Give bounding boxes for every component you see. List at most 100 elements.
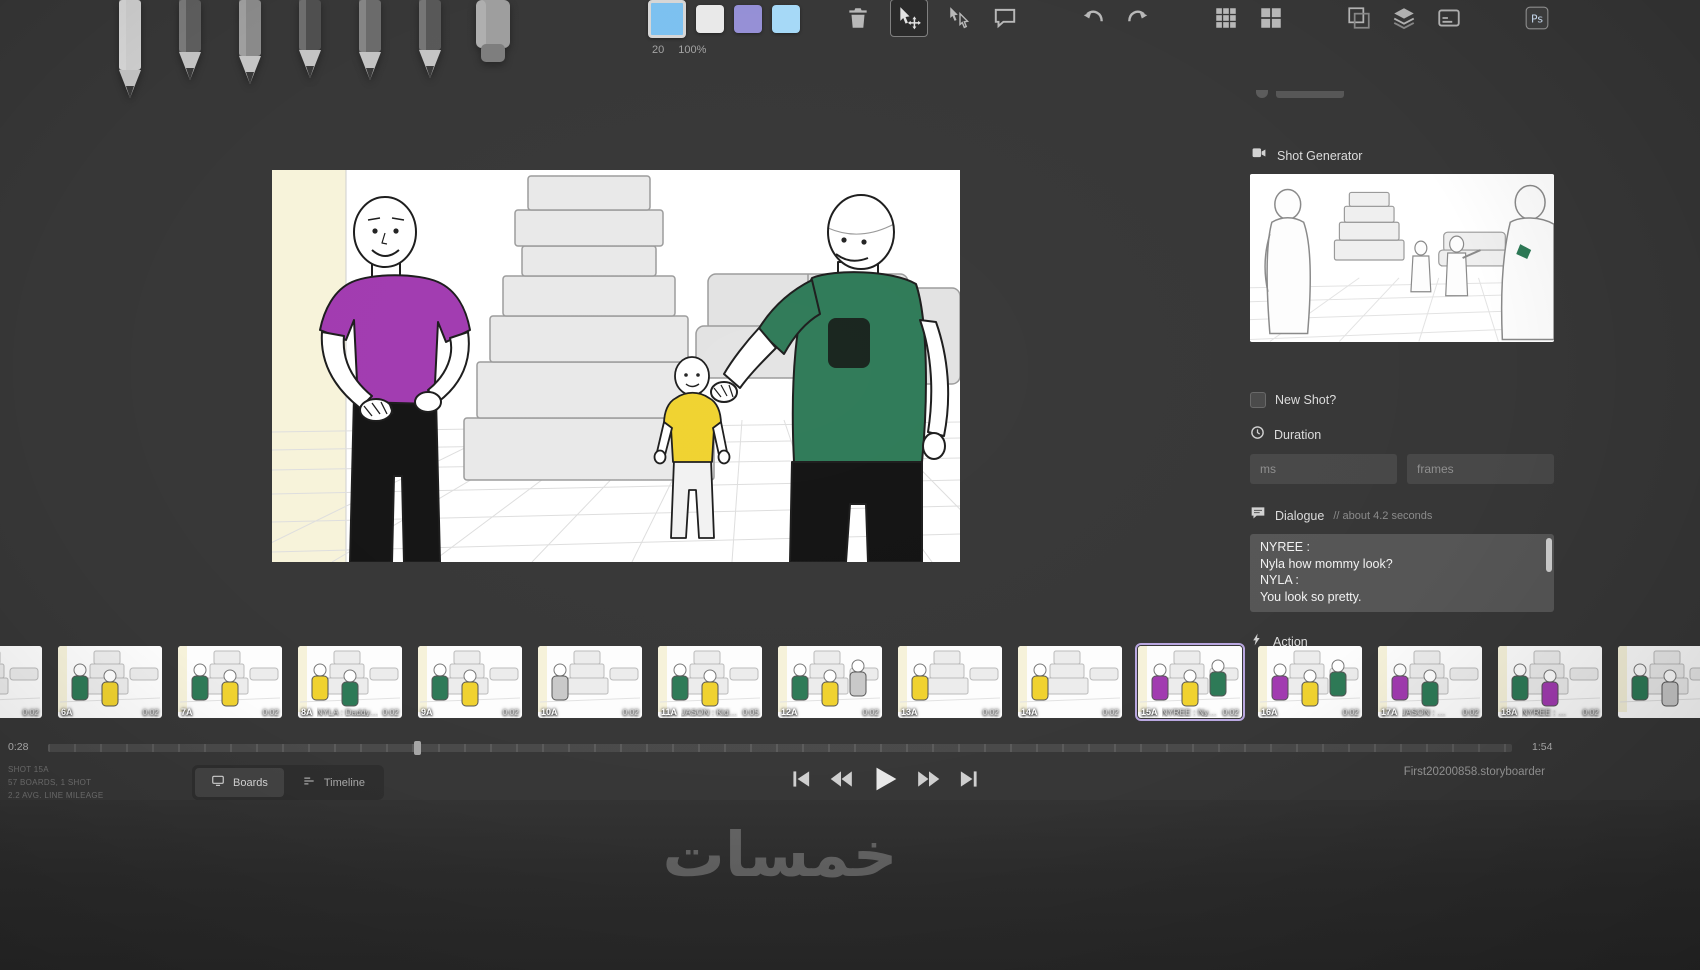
board-thumbnail-14a[interactable]: 14A 0:02 [1018, 646, 1122, 718]
current-color-swatch[interactable] [648, 0, 686, 38]
scrubber-ticks [48, 744, 1512, 752]
camera-icon [1250, 146, 1268, 165]
board-thumbnail-15a[interactable]: 15A NYREE : Nyla… 0:02 [1135, 643, 1245, 721]
rewind-button[interactable] [828, 766, 854, 792]
board-thumbnail-label: 11AJASON : Kidz c…0:05 [661, 707, 759, 717]
skip-start-button[interactable] [788, 766, 814, 792]
board-thumbnail-18a[interactable]: 18A NYREE : … 0:02 [1498, 646, 1602, 718]
pen-tool-icon[interactable] [228, 0, 272, 86]
toolbar-group-gap [1037, 18, 1061, 19]
board-thumbnail-13a[interactable]: 13A 0:02 [898, 646, 1002, 718]
toolbar-group-gap [1170, 18, 1194, 19]
play-button[interactable] [868, 762, 902, 796]
pointer-move-icon[interactable] [890, 0, 928, 37]
pointer-duplicate-icon[interactable] [947, 5, 973, 31]
duration-ms-input[interactable] [1250, 454, 1397, 484]
current-time: 0:28 [8, 741, 29, 753]
board-thumbnail-label: 9A 0:02 [421, 707, 519, 717]
mileage-stat: 2.2 AVG. LINE MILEAGE [8, 790, 104, 800]
grid-icon[interactable] [1213, 5, 1239, 31]
undo-icon[interactable] [1080, 5, 1106, 31]
fast-forward-button[interactable] [916, 766, 942, 792]
comment-icon[interactable] [992, 5, 1018, 31]
dialogue-icon [1250, 505, 1266, 526]
skip-end-button[interactable] [956, 766, 982, 792]
shot-stat: SHOT 15A [8, 765, 49, 774]
board-thumbnail-10a[interactable]: 10A 0:02 [538, 646, 642, 718]
playback-controls [788, 762, 982, 796]
brush-meta: 20 100% [648, 44, 800, 56]
project-stats: SHOT 15A 57 BOARDS, 1 SHOT 2.2 AVG. LINE… [8, 764, 104, 803]
tab-timeline-label: Timeline [323, 776, 366, 789]
shot-generator-preview-art [1250, 174, 1554, 342]
board-thumbnail-12a[interactable]: 12A 0:02 [778, 646, 882, 718]
boards-stat: 57 BOARDS, 1 SHOT [8, 777, 92, 787]
monitor-icon [211, 774, 225, 791]
board-thumbnail-label: 18A NYREE : … 0:02 [1501, 707, 1599, 717]
board-thumbnail-16a[interactable]: 16A 0:02 [1258, 646, 1362, 718]
shot-generator-header: Shot Generator [1250, 146, 1554, 165]
timeline-scrubber-row: 0:28 1:54 [0, 740, 1700, 756]
view-toggle: Boards Timeline [192, 765, 385, 800]
palette-color-1-swatch[interactable] [696, 5, 724, 33]
dialogue-header: Dialogue // about 4.2 seconds [1250, 505, 1554, 526]
board-thumbnail-label: 0:02 [22, 707, 39, 717]
palette-color-3-swatch[interactable] [772, 5, 800, 33]
board-thumbnail-11a[interactable]: 11AJASON : Kidz c…0:05 [658, 646, 762, 718]
trash-icon[interactable] [845, 5, 871, 31]
dialogue-textarea[interactable]: NYREE : Nyla how mommy look? NYLA : You … [1250, 534, 1554, 612]
dialogue-duration-hint: // about 4.2 seconds [1333, 509, 1433, 522]
palette-color-2-swatch[interactable] [734, 5, 762, 33]
board-thumbnail-label: 10A 0:02 [541, 707, 639, 717]
layers-icon[interactable] [1391, 5, 1417, 31]
dialogue-scrollbar[interactable] [1546, 538, 1552, 572]
captions-icon[interactable] [1436, 5, 1462, 31]
board-thumbnail[interactable]: 0:02 [0, 646, 42, 718]
shot-generator-label: Shot Generator [1277, 148, 1363, 163]
tab-timeline[interactable]: Timeline [286, 768, 381, 797]
board-thumbnail-6a[interactable]: 6A 0:02 [58, 646, 162, 718]
tab-boards[interactable]: Boards [195, 768, 284, 797]
timeline-rows-icon [302, 774, 316, 791]
new-shot-checkbox[interactable] [1250, 392, 1266, 408]
onion-skin-icon[interactable] [1346, 5, 1372, 31]
board-thumbnail-8a[interactable]: 8A NYLA : Daddy… 0:02 [298, 646, 402, 718]
project-filename: First20200858.storyboarder [1403, 766, 1545, 778]
storyboarder-app: 20 100% Ps Shot Generator New Shot? Dura… [0, 0, 1700, 970]
board-thumbnail-label: 7A 0:02 [181, 707, 279, 717]
svg-text:Ps: Ps [1531, 13, 1543, 26]
duration-inputs [1250, 454, 1554, 484]
photoshop-icon[interactable]: Ps [1524, 5, 1550, 31]
bottom-shade [0, 800, 1700, 970]
duration-frames-input[interactable] [1407, 454, 1554, 484]
playhead-handle[interactable] [414, 741, 421, 755]
pencil-tool-icon[interactable] [168, 0, 212, 82]
board-artwork [272, 170, 960, 562]
board-thumbnail[interactable] [1618, 646, 1700, 718]
dialogue-editor: NYREE : Nyla how mommy look? NYLA : You … [1250, 534, 1554, 612]
eraser-tool-icon[interactable] [468, 0, 518, 64]
marker-tool-icon[interactable] [408, 0, 452, 80]
board-thumbnail-label: 6A 0:02 [61, 707, 159, 717]
tab-boards-label: Boards [233, 776, 268, 789]
toolbar-actions: Ps [845, 0, 1550, 37]
redo-icon[interactable] [1125, 5, 1151, 31]
board-thumbnail-label: 8A NYLA : Daddy… 0:02 [301, 707, 399, 717]
thumbnails-icon[interactable] [1258, 5, 1284, 31]
board-thumbnail-label: 15A NYREE : Nyla… 0:02 [1141, 707, 1239, 717]
color-swatches [648, 0, 800, 38]
board-thumbnail-label: 16A 0:02 [1261, 707, 1359, 717]
timeline-scrubber[interactable] [48, 741, 1512, 755]
board-thumbnail-7a[interactable]: 7A 0:02 [178, 646, 282, 718]
shot-generator-preview[interactable] [1250, 174, 1554, 342]
duration-header: Duration [1250, 425, 1554, 445]
brush-tool-icon[interactable] [288, 0, 332, 80]
board-thumbnail-9a[interactable]: 9A 0:02 [418, 646, 522, 718]
clock-icon [1250, 425, 1265, 445]
board-canvas[interactable] [272, 170, 960, 562]
note-pen-tool-icon[interactable] [348, 0, 392, 82]
board-thumbnail-17a[interactable]: 17A JASON : … 0:02 [1378, 646, 1482, 718]
clipped-panel-item [1256, 80, 1554, 98]
new-shot-label: New Shot? [1275, 393, 1337, 407]
light-pencil-tool-icon[interactable] [108, 0, 152, 100]
